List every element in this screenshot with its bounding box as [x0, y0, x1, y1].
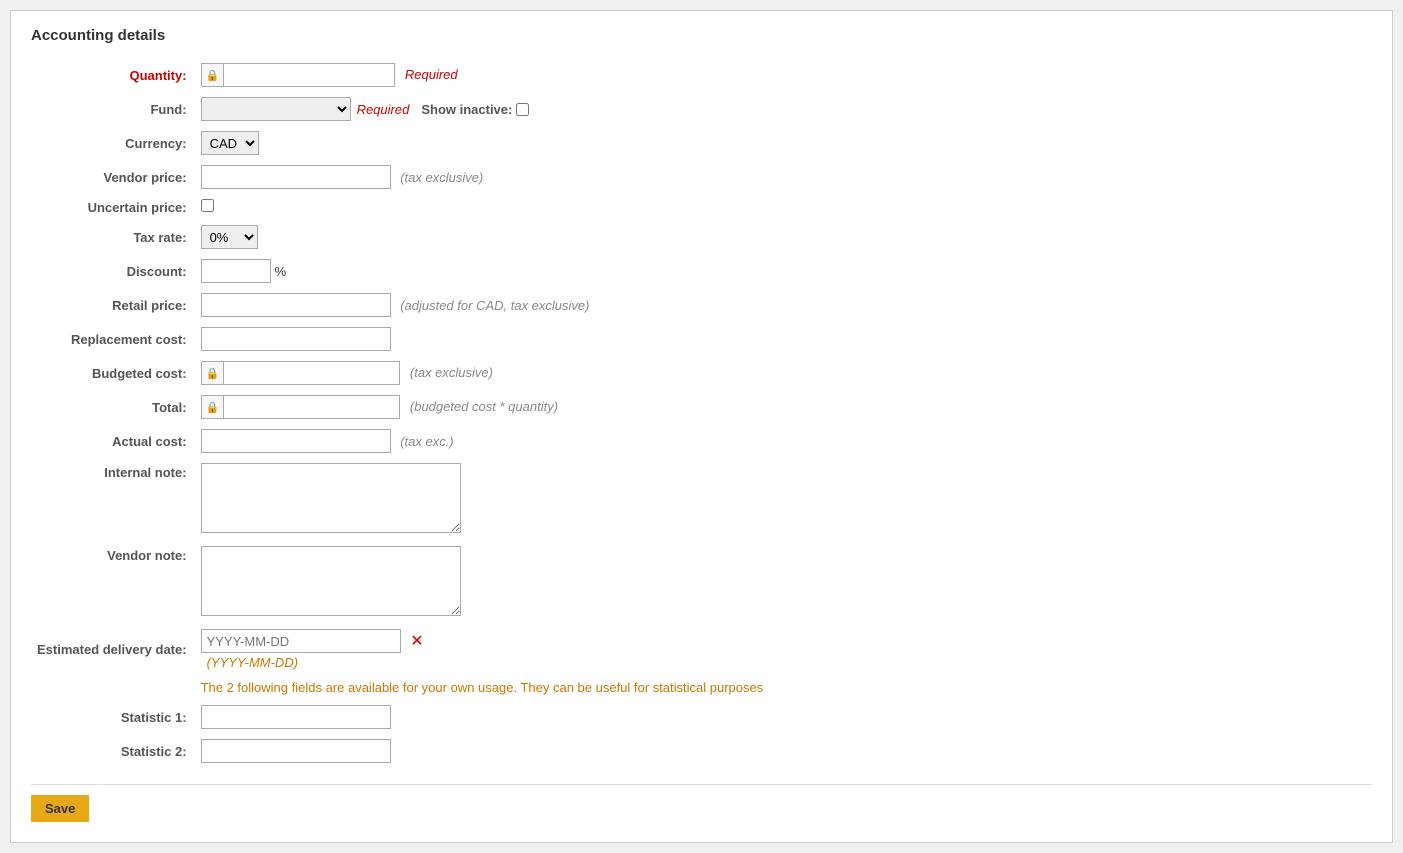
vendor-price-input[interactable]: 0.00 — [201, 165, 391, 189]
quantity-input[interactable]: 0 — [224, 64, 394, 86]
vendor-price-label: Vendor price: — [31, 160, 195, 194]
statistic2-input[interactable] — [201, 739, 391, 763]
statistic1-label: Statistic 1: — [31, 700, 195, 734]
total-wrap: 🔒 0.00 — [201, 395, 401, 419]
tax-rate-row: Tax rate: 0% 5% 10% 15% — [31, 220, 1372, 254]
percent-sign: % — [275, 264, 287, 279]
statistic2-label: Statistic 2: — [31, 734, 195, 768]
retail-price-label: Retail price: — [31, 288, 195, 322]
budgeted-cost-hint: (tax exclusive) — [410, 365, 493, 380]
statistic2-row: Statistic 2: — [31, 734, 1372, 768]
discount-label: Discount: — [31, 254, 195, 288]
total-input[interactable]: 0.00 — [224, 396, 399, 418]
vendor-note-label: Vendor note: — [31, 541, 195, 624]
fund-required: Required — [357, 102, 410, 117]
statistic1-input[interactable] — [201, 705, 391, 729]
internal-note-label: Internal note: — [31, 458, 195, 541]
accounting-details-panel: Accounting details Quantity: 🔒 0 Require… — [10, 10, 1393, 843]
delete-date-icon[interactable]: ✕ — [410, 633, 423, 650]
estimated-delivery-date-label: Estimated delivery date: — [31, 624, 195, 675]
actual-cost-hint: (tax exc.) — [400, 434, 453, 449]
quantity-row: Quantity: 🔒 0 Required — [31, 58, 1372, 92]
estimated-delivery-date-row: Estimated delivery date: ✕ (YYYY-MM-DD) — [31, 624, 1372, 675]
vendor-price-hint: (tax exclusive) — [400, 170, 483, 185]
stats-info-text: The 2 following fields are available for… — [201, 680, 764, 695]
statistic1-row: Statistic 1: — [31, 700, 1372, 734]
quantity-required: Required — [405, 67, 458, 82]
actual-cost-label: Actual cost: — [31, 424, 195, 458]
fund-select[interactable] — [201, 97, 351, 121]
total-label: Total: — [31, 390, 195, 424]
page-title: Accounting details — [31, 27, 1372, 44]
fund-row: Fund: Required Show inactive: — [31, 92, 1372, 126]
currency-select[interactable]: CAD USD EUR — [201, 131, 259, 155]
budgeted-cost-row: Budgeted cost: 🔒 0.00 (tax exclusive) — [31, 356, 1372, 390]
uncertain-price-row: Uncertain price: — [31, 194, 1372, 220]
form-table: Quantity: 🔒 0 Required Fund: — [31, 58, 1372, 768]
estimated-delivery-date-input[interactable] — [201, 629, 401, 653]
bottom-bar: Save — [31, 784, 1372, 822]
total-hint: (budgeted cost * quantity) — [410, 399, 558, 414]
retail-price-row: Retail price: (adjusted for CAD, tax exc… — [31, 288, 1372, 322]
budgeted-cost-wrap: 🔒 0.00 — [201, 361, 401, 385]
quantity-label: Quantity: — [31, 58, 195, 92]
retail-price-hint: (adjusted for CAD, tax exclusive) — [400, 298, 589, 313]
tax-rate-label: Tax rate: — [31, 220, 195, 254]
total-lock-icon: 🔒 — [202, 396, 225, 418]
show-inactive-label: Show inactive: — [421, 102, 512, 117]
quantity-lock-icon: 🔒 — [202, 64, 225, 86]
submit-button[interactable]: Save — [31, 795, 89, 822]
actual-cost-row: Actual cost: 0.00 (tax exc.) — [31, 424, 1372, 458]
replacement-cost-label: Replacement cost: — [31, 322, 195, 356]
uncertain-price-label: Uncertain price: — [31, 194, 195, 220]
replacement-cost-row: Replacement cost: 0.00 — [31, 322, 1372, 356]
vendor-price-row: Vendor price: 0.00 (tax exclusive) — [31, 160, 1372, 194]
budgeted-cost-input[interactable]: 0.00 — [224, 362, 399, 384]
fund-label: Fund: — [31, 92, 195, 126]
retail-price-input[interactable] — [201, 293, 391, 317]
vendor-note-textarea[interactable] — [201, 546, 461, 616]
discount-row: Discount: % — [31, 254, 1372, 288]
currency-label: Currency: — [31, 126, 195, 160]
stats-info-row: The 2 following fields are available for… — [31, 675, 1372, 700]
uncertain-price-checkbox[interactable] — [201, 199, 214, 212]
actual-cost-input[interactable]: 0.00 — [201, 429, 391, 453]
replacement-cost-input[interactable]: 0.00 — [201, 327, 391, 351]
vendor-note-row: Vendor note: — [31, 541, 1372, 624]
internal-note-textarea[interactable] — [201, 463, 461, 533]
quantity-input-wrap: 🔒 0 — [201, 63, 396, 87]
discount-input[interactable] — [201, 259, 271, 283]
currency-row: Currency: CAD USD EUR — [31, 126, 1372, 160]
total-row: Total: 🔒 0.00 (budgeted cost * quantity) — [31, 390, 1372, 424]
internal-note-row: Internal note: — [31, 458, 1372, 541]
budgeted-lock-icon: 🔒 — [202, 362, 225, 384]
date-format-hint: (YYYY-MM-DD) — [207, 655, 298, 670]
budgeted-cost-label: Budgeted cost: — [31, 356, 195, 390]
tax-rate-select[interactable]: 0% 5% 10% 15% — [201, 225, 258, 249]
show-inactive-checkbox[interactable] — [516, 103, 529, 116]
